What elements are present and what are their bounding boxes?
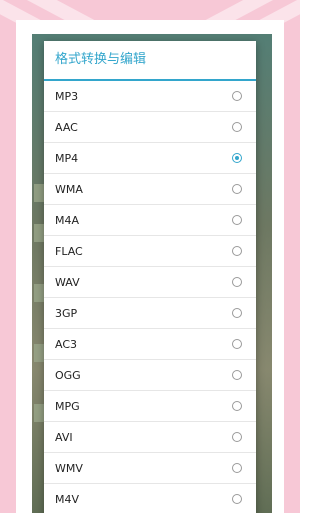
background-thumbnail: [34, 224, 44, 242]
format-option-mp3[interactable]: MP3: [44, 81, 256, 112]
format-options-list: MP3 AAC MP4 WMA M4A FLAC WAV 3GP AC3 OGG MPG AVI WMV…: [44, 81, 256, 513]
format-option-wav[interactable]: WAV: [44, 267, 256, 298]
radio-unchecked-icon[interactable]: [232, 463, 242, 473]
format-option-label: AAC: [55, 121, 78, 134]
format-option-label: M4V: [55, 493, 80, 506]
background-thumbnail: [34, 184, 44, 202]
format-option-label: MP4: [55, 152, 79, 165]
background-thumbnail: [34, 344, 44, 362]
dialog-title: 格式转换与编辑: [44, 41, 256, 81]
radio-unchecked-icon[interactable]: [232, 277, 242, 287]
radio-unchecked-icon[interactable]: [232, 370, 242, 380]
radio-unchecked-icon[interactable]: [232, 339, 242, 349]
format-option-label: FLAC: [55, 245, 83, 258]
radio-unchecked-icon[interactable]: [232, 246, 242, 256]
format-option-m4v[interactable]: M4V: [44, 484, 256, 513]
format-option-mp4[interactable]: MP4: [44, 143, 256, 174]
format-option-ac3[interactable]: AC3: [44, 329, 256, 360]
radio-unchecked-icon[interactable]: [232, 432, 242, 442]
format-option-ogg[interactable]: OGG: [44, 360, 256, 391]
format-option-label: OGG: [55, 369, 81, 382]
format-option-label: AC3: [55, 338, 78, 351]
radio-unchecked-icon[interactable]: [232, 401, 242, 411]
radio-checked-icon[interactable]: [232, 153, 242, 163]
format-option-3gp[interactable]: 3GP: [44, 298, 256, 329]
format-option-mpg[interactable]: MPG: [44, 391, 256, 422]
radio-unchecked-icon[interactable]: [232, 215, 242, 225]
format-option-wmv[interactable]: WMV: [44, 453, 256, 484]
background-thumbnail: [34, 284, 44, 302]
background-thumbnail: [34, 404, 44, 422]
format-option-aac[interactable]: AAC: [44, 112, 256, 143]
format-option-avi[interactable]: AVI: [44, 422, 256, 453]
format-option-m4a[interactable]: M4A: [44, 205, 256, 236]
format-select-dialog: 格式转换与编辑 MP3 AAC MP4 WMA M4A FLAC WAV 3GP AC3 OGG M…: [44, 41, 256, 513]
format-option-label: WAV: [55, 276, 80, 289]
radio-unchecked-icon[interactable]: [232, 494, 242, 504]
format-option-label: M4A: [55, 214, 80, 227]
format-option-flac[interactable]: FLAC: [44, 236, 256, 267]
format-option-label: MPG: [55, 400, 80, 413]
radio-unchecked-icon[interactable]: [232, 308, 242, 318]
format-option-label: WMV: [55, 462, 83, 475]
radio-unchecked-icon[interactable]: [232, 91, 242, 101]
promo-frame: 格式转换与编辑 MP3 AAC MP4 WMA M4A FLAC WAV 3GP AC3 OGG M…: [0, 0, 300, 513]
radio-unchecked-icon[interactable]: [232, 184, 242, 194]
format-option-wma[interactable]: WMA: [44, 174, 256, 205]
radio-unchecked-icon[interactable]: [232, 122, 242, 132]
format-option-label: AVI: [55, 431, 73, 444]
format-option-label: 3GP: [55, 307, 78, 320]
format-option-label: MP3: [55, 90, 79, 103]
format-option-label: WMA: [55, 183, 83, 196]
